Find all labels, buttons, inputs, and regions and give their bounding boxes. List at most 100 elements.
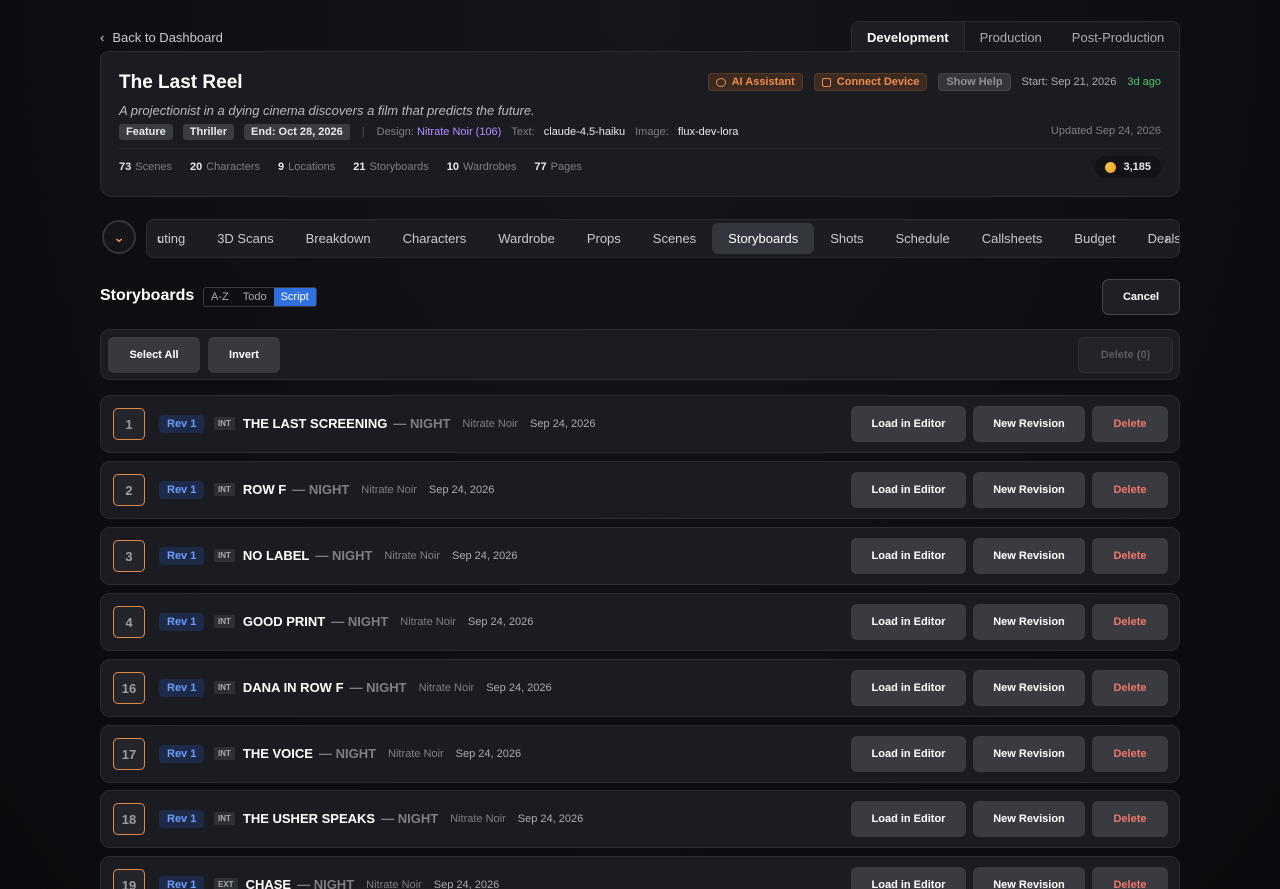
chevron-left-icon[interactable]: ‹ xyxy=(157,230,162,246)
new-revision-button[interactable]: New Revision xyxy=(973,604,1085,640)
scene-heading: EXT CHASE — NIGHT Nitrate Noir Sep 24, 2026 xyxy=(214,877,499,889)
int-ext-badge: INT xyxy=(214,615,235,628)
tab-uting[interactable]: uting xyxy=(147,223,201,254)
storyboard-row[interactable]: 3 Rev 1 INT NO LABEL — NIGHT Nitrate Noir Sep … xyxy=(100,527,1180,585)
int-ext-badge: INT xyxy=(214,681,235,694)
new-revision-button[interactable]: New Revision xyxy=(973,406,1085,442)
load-in-editor-button[interactable]: Load in Editor xyxy=(851,670,966,706)
tab-production[interactable]: Production xyxy=(965,22,1057,52)
load-in-editor-button[interactable]: Load in Editor xyxy=(851,538,966,574)
scene-number-checkbox[interactable]: 2 xyxy=(113,474,145,506)
tab-post-production[interactable]: Post-Production xyxy=(1057,22,1180,52)
tab-breakdown[interactable]: Breakdown xyxy=(290,223,387,254)
scene-heading: INT DANA IN ROW F — NIGHT Nitrate Noir Sep 2… xyxy=(214,680,552,695)
delete-button[interactable]: Delete xyxy=(1092,736,1168,772)
storyboard-row[interactable]: 17 Rev 1 INT THE VOICE — NIGHT Nitrate Noir Se… xyxy=(100,725,1180,783)
stat-pages: 77 Pages xyxy=(534,161,582,173)
invert-button[interactable]: Invert xyxy=(208,337,280,373)
divider xyxy=(119,148,1161,149)
meta-separator: | xyxy=(361,126,365,138)
design-value[interactable]: Nitrate Noir (106) xyxy=(417,126,501,138)
time-of-day: — NIGHT xyxy=(297,877,355,889)
sort-todo[interactable]: Todo xyxy=(236,288,274,306)
cancel-button[interactable]: Cancel xyxy=(1102,279,1180,315)
select-all-button[interactable]: Select All xyxy=(108,337,200,373)
int-ext-badge: INT xyxy=(214,549,235,562)
tab-scenes[interactable]: Scenes xyxy=(637,223,712,254)
int-ext-badge: EXT xyxy=(214,878,238,889)
scene-number-checkbox[interactable]: 4 xyxy=(113,606,145,638)
collapse-nav-button[interactable]: ⌄ xyxy=(102,220,136,254)
storyboard-row[interactable]: 18 Rev 1 INT THE USHER SPEAKS — NIGHT Nitrate… xyxy=(100,790,1180,848)
new-revision-button[interactable]: New Revision xyxy=(973,670,1085,706)
connect-device-button[interactable]: Connect Device xyxy=(813,73,928,91)
scene-number-checkbox[interactable]: 16 xyxy=(113,672,145,704)
delete-button[interactable]: Delete xyxy=(1092,801,1168,837)
new-revision-button[interactable]: New Revision xyxy=(973,801,1085,837)
chevron-down-icon: ⌄ xyxy=(113,228,125,245)
scene-slug: THE LAST SCREENING xyxy=(242,416,388,431)
tab-deals[interactable]: Deals xyxy=(1132,223,1179,254)
storyboard-row[interactable]: 1 Rev 1 INT THE LAST SCREENING — NIGHT Nitrat… xyxy=(100,395,1180,453)
time-of-day: — NIGHT xyxy=(315,548,373,563)
sort-az[interactable]: A-Z xyxy=(204,288,236,306)
storyboard-row[interactable]: 4 Rev 1 INT GOOD PRINT — NIGHT Nitrate Noir Se… xyxy=(100,593,1180,651)
load-in-editor-button[interactable]: Load in Editor xyxy=(851,867,966,889)
scene-slug: ROW F xyxy=(242,482,287,497)
load-in-editor-button[interactable]: Load in Editor xyxy=(851,472,966,508)
show-help-button[interactable]: Show Help xyxy=(938,73,1011,91)
scene-number-checkbox[interactable]: 1 xyxy=(113,408,145,440)
tab-storyboards[interactable]: Storyboards xyxy=(712,223,815,254)
updated-date: Updated Sep 24, 2026 xyxy=(1050,125,1161,137)
scene-number-checkbox[interactable]: 19 xyxy=(113,869,145,889)
revision-badge: Rev 1 xyxy=(159,415,205,433)
storyboard-row[interactable]: 19 Rev 1 EXT CHASE — NIGHT Nitrate Noir Sep 24… xyxy=(100,856,1180,889)
row-actions: Load in Editor New Revision Delete xyxy=(851,670,1168,706)
scene-number-checkbox[interactable]: 18 xyxy=(113,803,145,835)
tab-shots[interactable]: Shots xyxy=(814,223,879,254)
load-in-editor-button[interactable]: Load in Editor xyxy=(851,406,966,442)
delete-selected-button[interactable]: Delete (0) xyxy=(1078,337,1173,373)
tab-schedule[interactable]: Schedule xyxy=(880,223,966,254)
row-date: Sep 24, 2026 xyxy=(428,483,495,496)
chevron-right-icon[interactable]: › xyxy=(1164,230,1169,246)
new-revision-button[interactable]: New Revision xyxy=(973,472,1085,508)
load-in-editor-button[interactable]: Load in Editor xyxy=(851,801,966,837)
delete-button[interactable]: Delete xyxy=(1092,604,1168,640)
new-revision-button[interactable]: New Revision xyxy=(973,867,1085,889)
back-to-dashboard-link[interactable]: ‹ Back to Dashboard xyxy=(100,30,223,45)
row-date: Sep 24, 2026 xyxy=(486,681,552,694)
tab-props[interactable]: Props xyxy=(571,223,637,254)
ai-assistant-button[interactable]: AI Assistant xyxy=(707,73,803,91)
design-label: Design: xyxy=(376,126,414,138)
scene-number-checkbox[interactable]: 3 xyxy=(113,540,145,572)
storyboard-row[interactable]: 2 Rev 1 INT ROW F — NIGHT Nitrate Noir Sep 24,… xyxy=(100,461,1180,519)
tab-3d-scans[interactable]: 3D Scans xyxy=(201,223,289,254)
time-of-day: — NIGHT xyxy=(331,614,389,629)
tab-callsheets[interactable]: Callsheets xyxy=(966,223,1059,254)
new-revision-button[interactable]: New Revision xyxy=(973,538,1085,574)
delete-button[interactable]: Delete xyxy=(1092,538,1168,574)
device-grid-icon xyxy=(821,77,831,87)
tab-budget[interactable]: Budget xyxy=(1058,223,1131,254)
scene-slug: THE USHER SPEAKS xyxy=(242,811,376,826)
delete-button[interactable]: Delete xyxy=(1092,472,1168,508)
start-ago: 3d ago xyxy=(1127,76,1161,88)
row-date: Sep 24, 2026 xyxy=(452,549,518,562)
delete-button[interactable]: Delete xyxy=(1092,670,1168,706)
tab-characters[interactable]: Characters xyxy=(387,223,483,254)
project-stats: 73 Scenes 20 Characters 9 Locations 21 Story… xyxy=(119,161,582,173)
tab-development[interactable]: Development xyxy=(852,22,965,52)
project-title: The Last Reel xyxy=(119,72,243,93)
new-revision-button[interactable]: New Revision xyxy=(973,736,1085,772)
scene-number-checkbox[interactable]: 17 xyxy=(113,738,145,770)
scene-heading: INT GOOD PRINT — NIGHT Nitrate Noir Sep 24, … xyxy=(214,614,533,629)
sort-script[interactable]: Script xyxy=(273,288,316,306)
load-in-editor-button[interactable]: Load in Editor xyxy=(851,736,966,772)
load-in-editor-button[interactable]: Load in Editor xyxy=(851,604,966,640)
storyboard-row[interactable]: 16 Rev 1 INT DANA IN ROW F — NIGHT Nitrate No… xyxy=(100,659,1180,717)
tab-wardrobe[interactable]: Wardrobe xyxy=(482,223,571,254)
delete-button[interactable]: Delete xyxy=(1092,406,1168,442)
delete-button[interactable]: Delete xyxy=(1092,867,1168,889)
revision-badge: Rev 1 xyxy=(159,810,205,828)
